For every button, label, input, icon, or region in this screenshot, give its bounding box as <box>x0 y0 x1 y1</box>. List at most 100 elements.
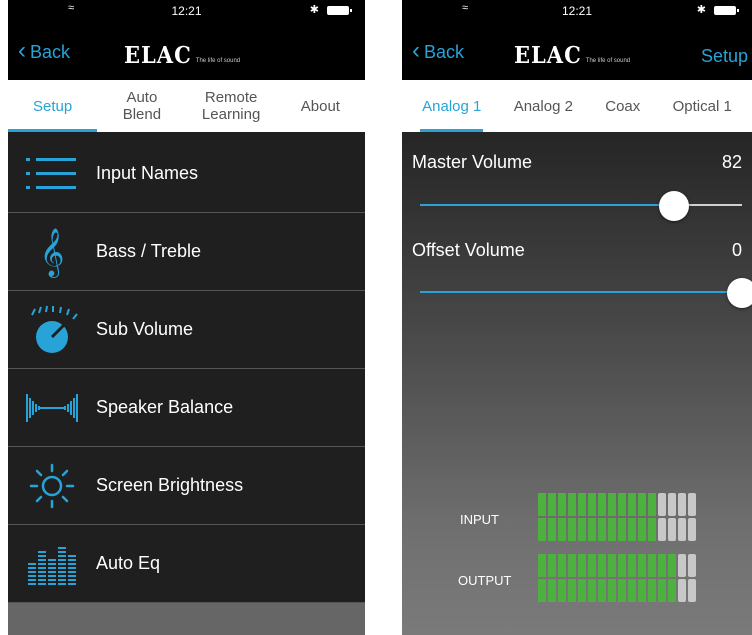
meter-segment-lit <box>668 554 676 602</box>
menu-item-bass-treble[interactable]: 𝄞 Bass / Treble <box>8 213 365 291</box>
chevron-left-icon: ‹ <box>18 37 26 64</box>
menu-item-speaker-balance[interactable]: Speaker Balance <box>8 369 365 447</box>
meter-segment-lit <box>568 554 576 602</box>
menu-label: Screen Brightness <box>96 475 244 495</box>
logo-brand: ELAC <box>514 40 582 69</box>
setup-screen: ≈ 12:21 ✱ ‹ Back ELAC The life of sound … <box>8 0 365 635</box>
menu-item-auto-eq[interactable]: Auto Eq <box>8 525 365 603</box>
setup-menu: Input Names 𝄞 Bass / Treble Sub Volume S… <box>8 135 365 603</box>
meter-segment-lit <box>588 554 596 602</box>
meter-segment-lit <box>558 554 566 602</box>
tab-analog-1[interactable]: Analog 1 <box>420 80 484 132</box>
menu-label: Bass / Treble <box>96 241 202 261</box>
tab-setup[interactable]: Setup <box>8 80 98 132</box>
battery-icon <box>714 6 739 15</box>
list-footer <box>8 603 365 635</box>
meter-segment-unlit <box>668 493 676 541</box>
status-bar: ≈ 12:21 ✱ <box>8 0 365 20</box>
meter-segment-lit <box>648 554 656 602</box>
meter-segment-lit <box>658 554 666 602</box>
elac-logo: ELAC The life of sound <box>514 40 631 69</box>
back-label: Back <box>424 42 465 62</box>
equalizer-icon <box>8 525 96 603</box>
master-volume-slider[interactable] <box>420 191 742 221</box>
menu-label: Speaker Balance <box>96 397 234 417</box>
slider-fill <box>420 204 675 206</box>
master-volume-label: Master Volume <box>412 152 533 172</box>
meter-segment-unlit <box>678 493 686 541</box>
tab-auto-blend-label: Auto Blend <box>122 89 162 123</box>
output-level-meter <box>538 554 696 602</box>
tab-remote-learning[interactable]: Remote Learning <box>187 80 276 132</box>
sun-icon <box>8 447 96 525</box>
meter-segment-lit <box>548 493 556 541</box>
nav-bar: ‹ Back ELAC The life of sound Setup <box>402 20 752 80</box>
tab-analog-2[interactable]: Analog 2 <box>512 80 575 132</box>
output-meter-label: OUTPUT <box>458 573 512 588</box>
meter-segment-lit <box>608 554 616 602</box>
meter-segment-unlit <box>688 493 696 541</box>
meter-segment-lit <box>608 493 616 541</box>
meter-segment-lit <box>628 493 636 541</box>
logo-brand: ELAC <box>124 40 192 69</box>
battery-icon <box>327 6 352 15</box>
meter-segment-unlit <box>678 554 686 602</box>
chevron-left-icon: ‹ <box>412 37 420 64</box>
logo-tagline: The life of sound <box>585 58 631 64</box>
waveform-icon <box>8 369 96 447</box>
input-tab-bar: Analog 1 Analog 2 Coax Optical 1 <box>402 80 752 132</box>
tab-bar: Setup Auto Blend Remote Learning About <box>8 80 365 132</box>
input-level-meter <box>538 493 696 541</box>
slider-fill <box>420 291 742 293</box>
menu-item-sub-volume[interactable]: Sub Volume <box>8 291 365 369</box>
volume-panel: Master Volume 82 Offset Volume 0 INPUT O… <box>402 132 752 635</box>
logo-tagline: The life of sound <box>195 58 241 64</box>
meter-segment-lit <box>618 493 626 541</box>
tab-optical-1[interactable]: Optical 1 <box>671 80 734 132</box>
menu-item-screen-brightness[interactable]: Screen Brightness <box>8 447 365 525</box>
meter-segment-lit <box>578 493 586 541</box>
tab-about[interactable]: About <box>276 80 365 132</box>
meter-segment-lit <box>638 493 646 541</box>
meter-segment-lit <box>558 493 566 541</box>
back-button[interactable]: ‹ Back <box>18 37 71 64</box>
tab-coax[interactable]: Coax <box>603 80 642 132</box>
volume-screen: ≈ 12:21 ✱ ‹ Back ELAC The life of sound … <box>402 0 752 635</box>
meter-segment-unlit <box>688 554 696 602</box>
meter-segment-lit <box>618 554 626 602</box>
bluetooth-icon: ✱ <box>309 4 319 16</box>
meter-segment-lit <box>548 554 556 602</box>
slider-thumb[interactable] <box>659 191 690 221</box>
offset-volume-label: Offset Volume <box>412 240 525 260</box>
treble-clef-icon: 𝄞 <box>39 226 65 276</box>
setup-button[interactable]: Setup <box>701 46 748 67</box>
meter-segment-lit <box>598 554 606 602</box>
menu-label: Input Names <box>96 163 199 183</box>
meter-segment-lit <box>638 554 646 602</box>
meter-segment-lit <box>648 493 656 541</box>
bluetooth-icon: ✱ <box>696 4 706 16</box>
meter-segment-lit <box>538 554 546 602</box>
meter-segment-lit <box>598 493 606 541</box>
meter-segment-lit <box>588 493 596 541</box>
tab-auto-blend[interactable]: Auto Blend <box>97 80 186 132</box>
meter-segment-unlit <box>658 493 666 541</box>
meter-segment-lit <box>578 554 586 602</box>
nav-bar: ‹ Back ELAC The life of sound <box>8 20 365 80</box>
meter-segment-lit <box>628 554 636 602</box>
back-button[interactable]: ‹ Back <box>412 37 465 64</box>
elac-logo: ELAC The life of sound <box>124 40 241 69</box>
menu-label: Auto Eq <box>96 553 161 573</box>
list-icon <box>8 135 96 213</box>
offset-volume-value: 0 <box>731 240 742 260</box>
status-bar: ≈ 12:21 ✱ <box>402 0 752 20</box>
menu-item-input-names[interactable]: Input Names <box>8 135 365 213</box>
menu-label: Sub Volume <box>96 319 194 339</box>
offset-volume-slider[interactable] <box>420 278 752 308</box>
meter-segment-lit <box>538 493 546 541</box>
tab-remote-learning-label: Remote Learning <box>201 89 261 123</box>
master-volume-value: 82 <box>721 152 742 172</box>
input-meter-label: INPUT <box>460 512 499 527</box>
slider-thumb[interactable] <box>727 278 752 308</box>
back-label: Back <box>30 42 71 62</box>
